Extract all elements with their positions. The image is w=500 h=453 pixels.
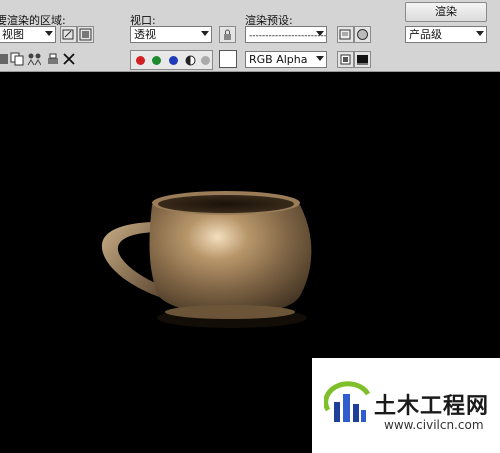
preset-dropdown[interactable]: ------------------------- — [245, 26, 327, 43]
display-icon — [357, 55, 368, 65]
save-image-icon[interactable] — [0, 52, 10, 66]
watermark-logo: 土木工程网 www.civilcn.com — [312, 358, 500, 453]
mono-channel-toggle[interactable] — [201, 56, 210, 65]
save-preset-icon — [339, 29, 351, 40]
blue-channel-toggle[interactable] — [169, 56, 178, 65]
chevron-down-icon — [45, 31, 53, 36]
environment-button[interactable] — [354, 26, 371, 43]
civil-building-logo-icon — [324, 381, 371, 422]
lock-icon — [224, 29, 231, 40]
cup-base — [165, 305, 295, 319]
render-settings-bar: 要渲染的区域: 视图 视口: 透视 渲染预设: ----------------… — [0, 0, 500, 47]
area-dropdown-value: 视图 — [2, 28, 24, 41]
chevron-down-icon — [316, 31, 324, 36]
quality-dropdown[interactable]: 产品级 — [405, 26, 487, 43]
channel-dropdown[interactable]: RGB Alpha — [245, 51, 327, 68]
toggle-ui-button[interactable] — [354, 51, 371, 68]
render-button[interactable]: 渲染 — [405, 2, 487, 22]
chevron-down-icon — [476, 31, 484, 36]
print-icon[interactable] — [46, 52, 60, 66]
watermark-title: 土木工程网 — [374, 394, 490, 419]
viewport-dropdown-value: 透视 — [134, 28, 156, 41]
clone-window-icon[interactable] — [27, 52, 41, 66]
toggle-ui-overlay-button[interactable] — [337, 51, 354, 68]
chevron-down-icon — [201, 31, 209, 36]
lock-viewport-button[interactable] — [219, 26, 236, 43]
green-channel-toggle[interactable] — [152, 56, 161, 65]
region-auto-icon — [79, 28, 92, 41]
frame-toolbar: RGB Alpha — [0, 47, 500, 72]
auto-region-button[interactable] — [77, 26, 94, 43]
chevron-down-icon — [316, 56, 324, 61]
region-edit-icon — [62, 29, 74, 40]
copy-image-icon[interactable] — [10, 52, 24, 66]
channel-dropdown-value: RGB Alpha — [249, 53, 308, 66]
channel-toggle-group — [130, 50, 213, 70]
edit-region-button[interactable] — [60, 26, 77, 43]
alpha-channel-icon[interactable] — [185, 55, 196, 66]
color-swatch[interactable] — [219, 50, 237, 68]
area-dropdown[interactable]: 视图 — [0, 26, 56, 43]
overlay-icon — [340, 54, 351, 65]
red-channel-toggle[interactable] — [136, 56, 145, 65]
clear-icon[interactable] — [62, 52, 76, 66]
save-preset-button[interactable] — [337, 26, 354, 43]
teapot-icon — [357, 29, 368, 40]
viewport-dropdown[interactable]: 透视 — [130, 26, 212, 43]
watermark-url: www.civilcn.com — [384, 418, 484, 432]
quality-dropdown-value: 产品级 — [409, 28, 442, 41]
cup-opening — [158, 195, 294, 213]
